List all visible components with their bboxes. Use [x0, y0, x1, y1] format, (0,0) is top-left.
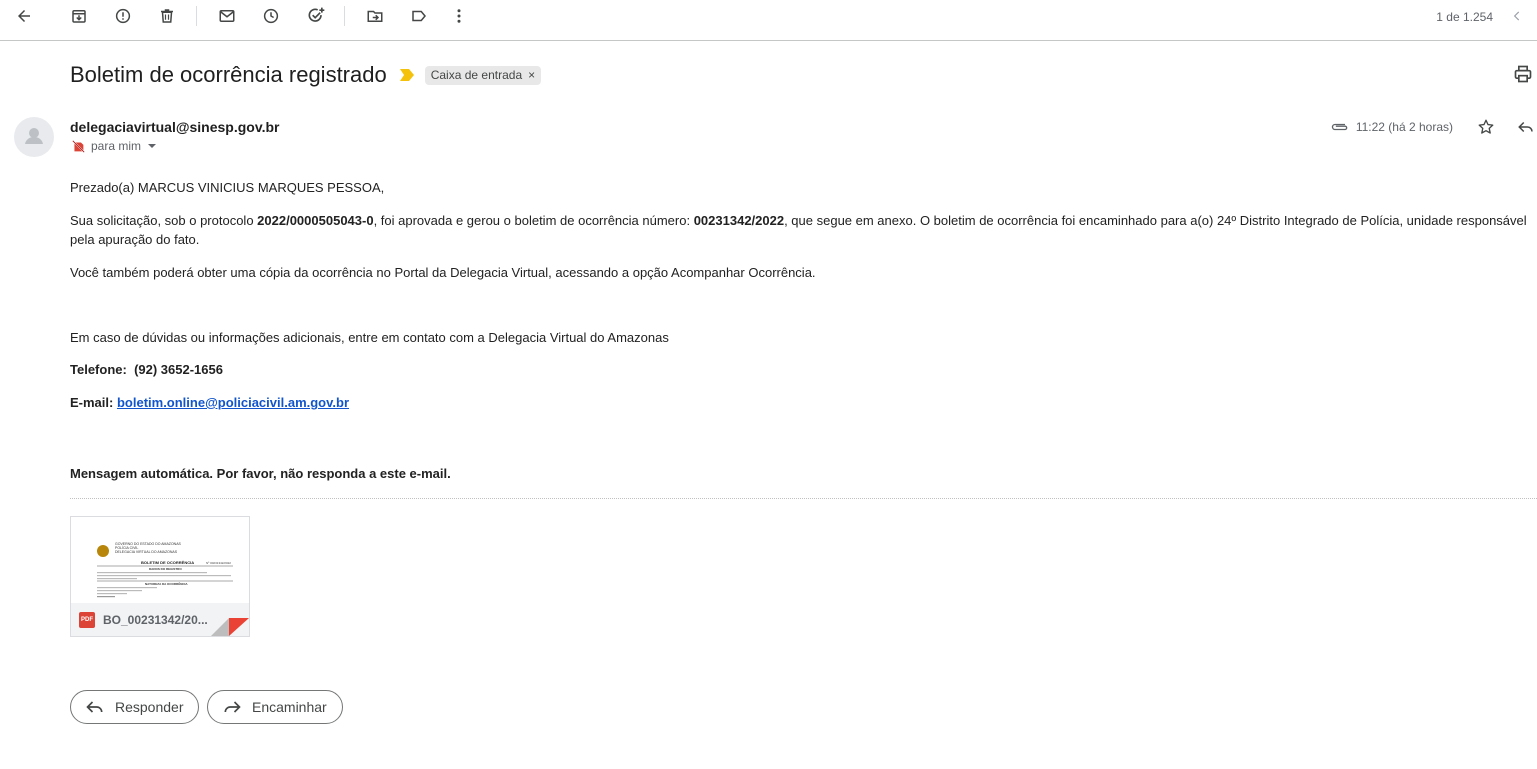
star-icon[interactable]	[1475, 116, 1497, 138]
preview-section-2: NATUREZA DA OCORRÊNCIA	[145, 581, 188, 586]
not-encrypted-icon	[72, 139, 85, 153]
toolbar: 1 de 1.254	[0, 0, 1537, 41]
reply-icon[interactable]	[1515, 116, 1537, 138]
phone-label: Telefone:	[70, 362, 127, 377]
protocol-number: 2022/0000505043-0	[257, 213, 374, 228]
label-chip-inbox[interactable]: Caixa de entrada ×	[424, 65, 542, 85]
preview-header-3: DELEGACIA VIRTUAL DO AMAZONAS	[115, 550, 178, 554]
bo-number: 00231342/2022	[693, 213, 785, 228]
forward-button[interactable]: Encaminhar	[207, 690, 343, 724]
phone-number: (92) 3652-1656	[134, 362, 223, 377]
chevron-down-icon[interactable]	[147, 141, 157, 151]
approval-text-b: , foi aprovada e gerou o boletim de ocor…	[373, 213, 694, 228]
contact-paragraph: Em caso de dúvidas ou informações adicio…	[70, 330, 669, 345]
delete-icon[interactable]	[155, 4, 179, 28]
move-to-icon[interactable]	[363, 4, 387, 28]
attachment-filename: BO_00231342/20...	[103, 612, 208, 627]
more-options-icon[interactable]	[447, 4, 471, 28]
add-to-tasks-icon[interactable]	[304, 4, 328, 28]
snooze-icon[interactable]	[259, 4, 283, 28]
police-badge-icon	[97, 545, 109, 557]
back-arrow-icon[interactable]	[12, 4, 36, 28]
chevron-left-icon[interactable]	[1505, 4, 1529, 28]
remove-label-icon[interactable]: ×	[528, 68, 535, 82]
recipient-label: para mim	[91, 139, 142, 153]
portal-paragraph: Você também poderá obter uma cópia da oc…	[70, 265, 816, 280]
archive-icon[interactable]	[67, 4, 91, 28]
attachment-divider	[70, 498, 1537, 499]
contact-email-link[interactable]: boletim.online@policiacivil.am.gov.br	[117, 395, 349, 410]
message-meta: 11:22 (há 2 horas)	[1330, 116, 1537, 138]
page-fold-icon	[211, 618, 249, 636]
preview-doc-number: Nº 00231342/2022	[206, 561, 231, 565]
pager-count: 1 de 1.254	[1436, 10, 1493, 24]
subject-row: Boletim de ocorrência registrado Caixa d…	[70, 60, 542, 90]
toolbar-separator	[344, 6, 345, 26]
reply-button[interactable]: Responder	[70, 690, 199, 724]
print-icon[interactable]	[1513, 64, 1535, 86]
importance-marker-icon[interactable]	[399, 68, 415, 82]
email-label: E-mail:	[70, 395, 114, 410]
greeting: Prezado(a) MARCUS VINICIUS MARQUES PESSO…	[70, 180, 385, 195]
forward-icon	[224, 701, 241, 713]
report-spam-icon[interactable]	[111, 4, 135, 28]
pdf-icon: PDF	[79, 611, 95, 628]
avatar[interactable]	[14, 117, 54, 157]
attachment-clip-icon	[1331, 123, 1348, 131]
message-time: 11:22 (há 2 horas)	[1355, 120, 1453, 134]
reply-icon	[86, 701, 103, 713]
approval-text-a: Sua solicitação, sob o protocolo	[70, 213, 258, 228]
attachment-preview: GOVERNO DO ESTADO DO AMAZONAS POLÍCIA CI…	[71, 517, 249, 603]
sender-email[interactable]: delegaciavirtual@sinesp.gov.br	[70, 119, 279, 135]
reply-button-label: Responder	[115, 699, 184, 715]
attachment-card[interactable]: GOVERNO DO ESTADO DO AMAZONAS POLÍCIA CI…	[70, 516, 250, 637]
label-chip-text: Caixa de entrada	[430, 68, 523, 82]
preview-doc-title: BOLETIM DE OCORRÊNCIA	[141, 560, 194, 565]
forward-button-label: Encaminhar	[252, 699, 327, 715]
approval-paragraph: Sua solicitação, sob o protocolo 2022/00…	[70, 211, 1537, 249]
email-line: E-mail: boletim.online@policiacivil.am.g…	[70, 393, 349, 412]
toolbar-separator	[196, 6, 197, 26]
auto-message-note: Mensagem automática. Por favor, não resp…	[70, 466, 451, 481]
label-icon[interactable]	[407, 4, 431, 28]
mark-unread-icon[interactable]	[215, 4, 239, 28]
phone-line: Telefone: (92) 3652-1656	[70, 360, 223, 379]
recipient-row[interactable]: para mim	[72, 139, 157, 153]
email-subject: Boletim de ocorrência registrado	[70, 62, 387, 87]
preview-section-1: DADOS DO REGISTRO	[149, 567, 182, 571]
